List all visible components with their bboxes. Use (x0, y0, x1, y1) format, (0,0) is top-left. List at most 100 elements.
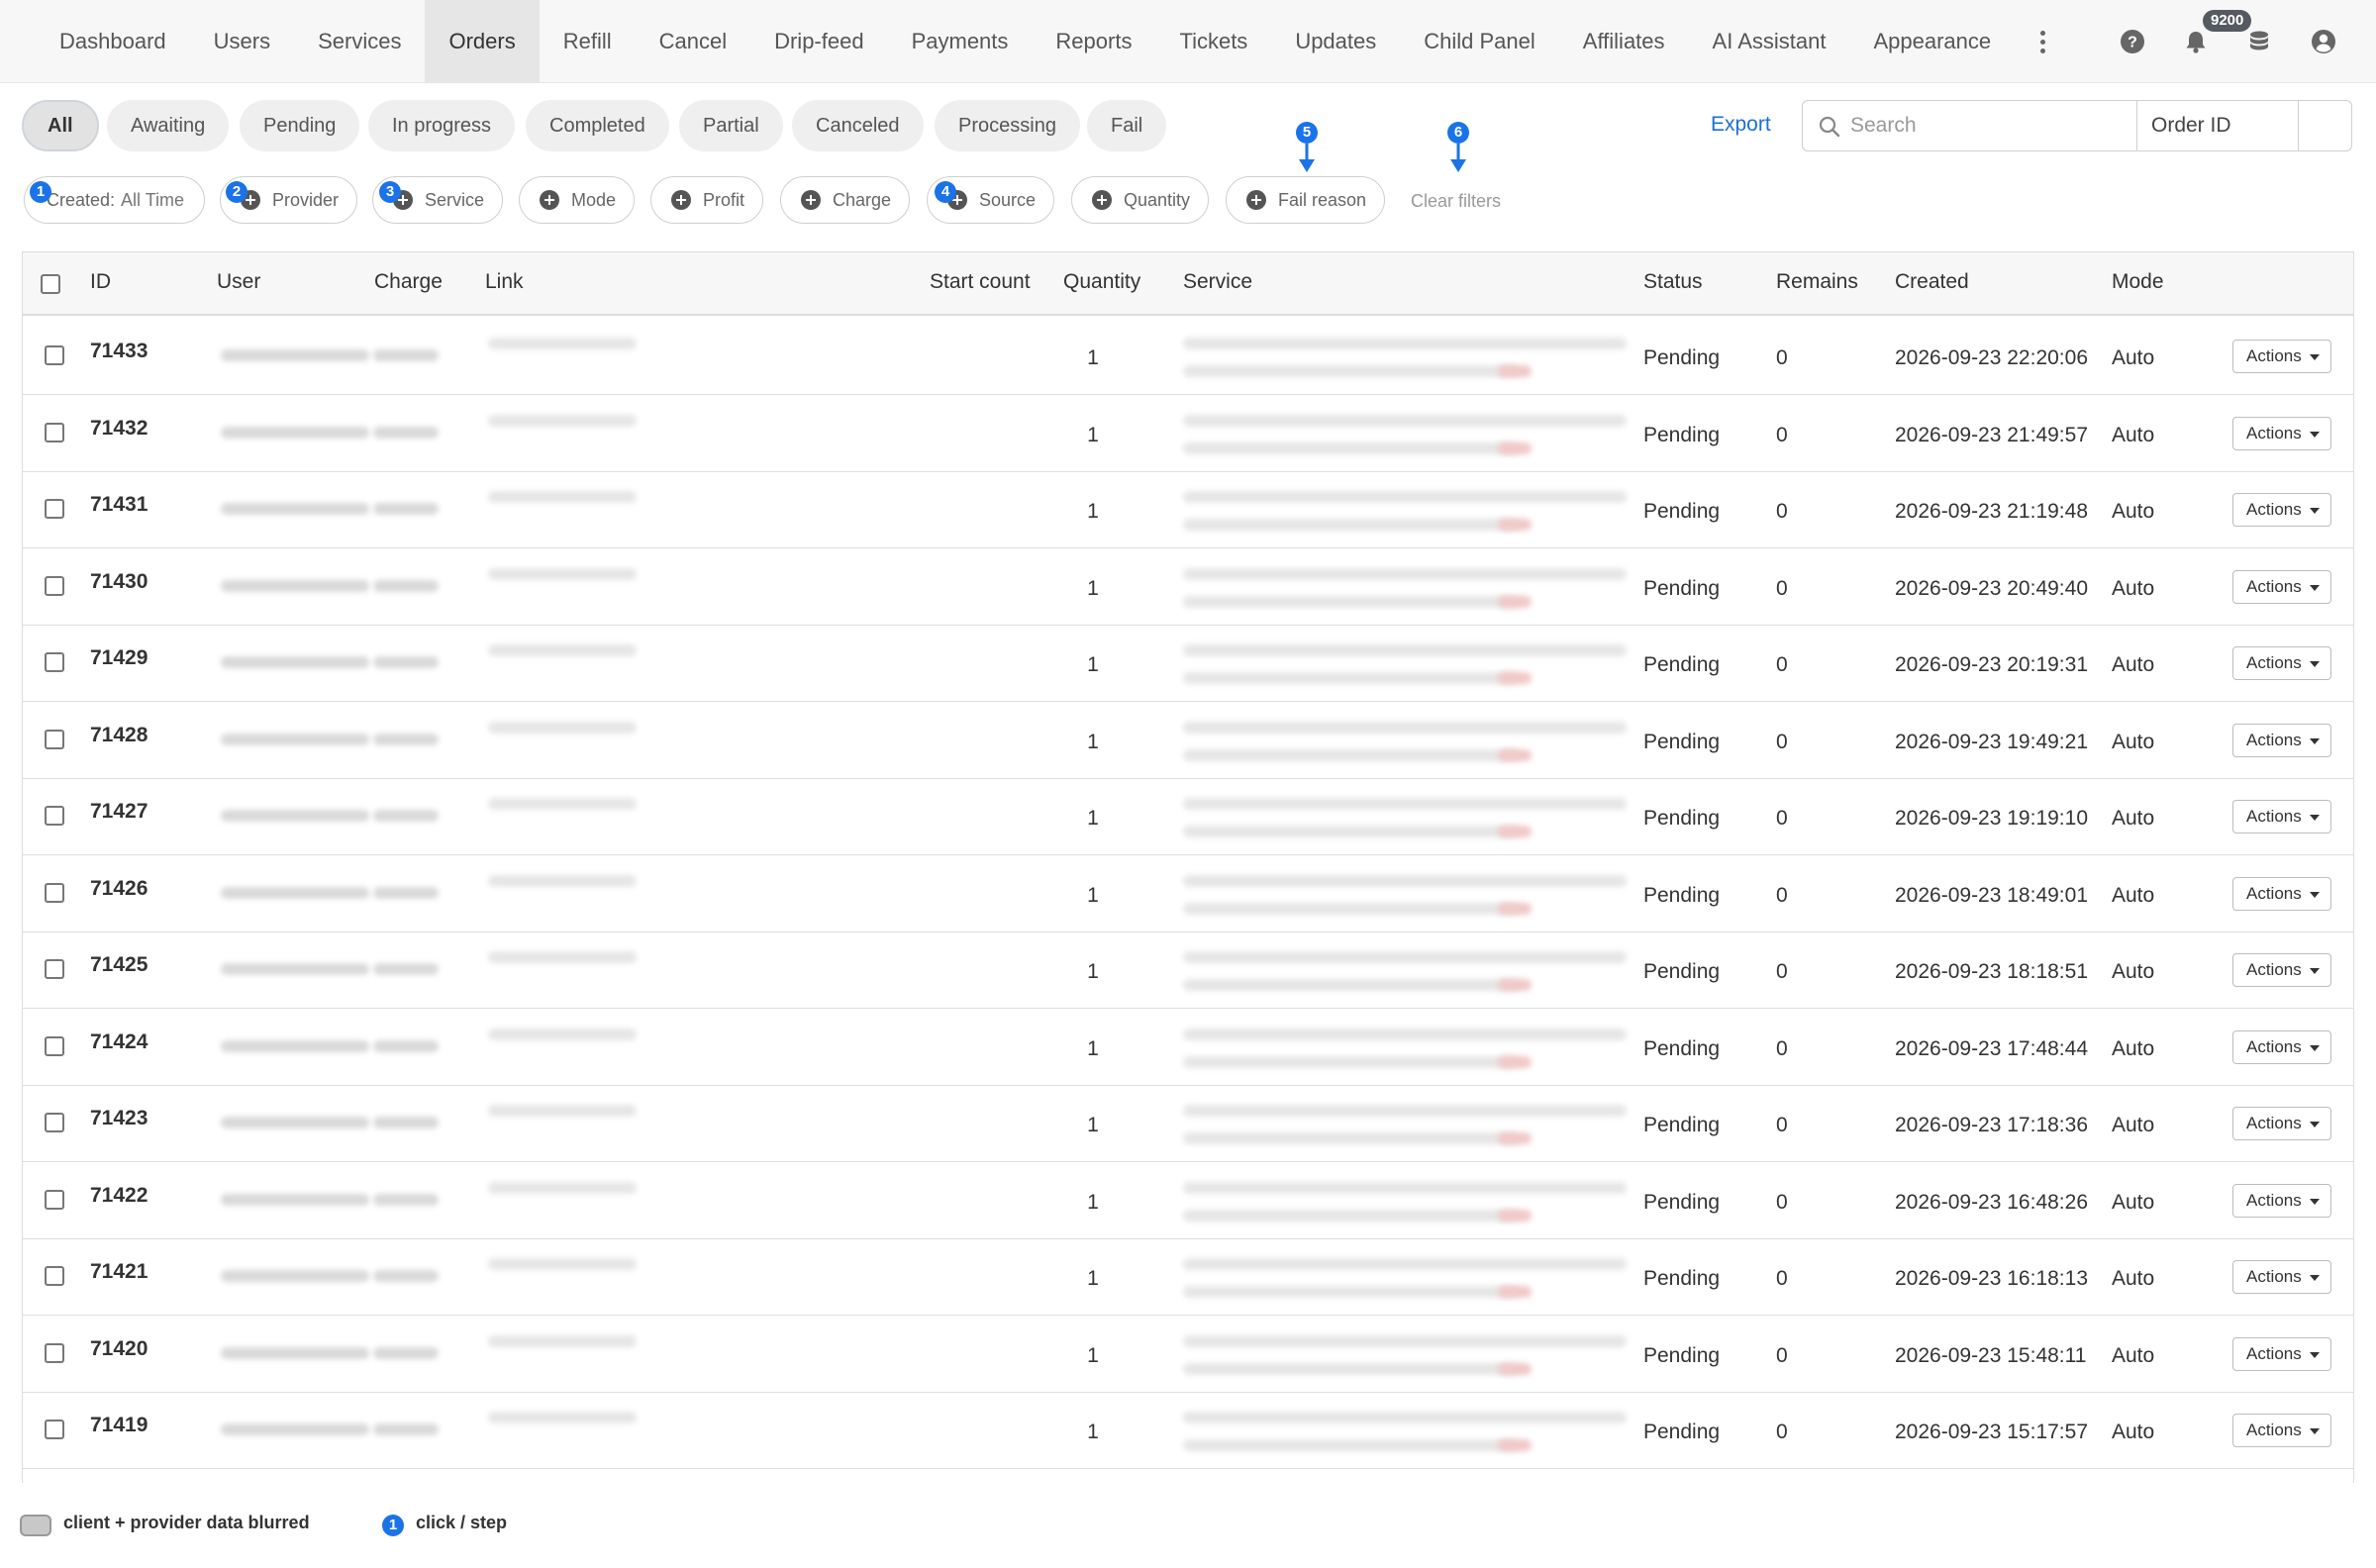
actions-dropdown-button[interactable]: Actions (2232, 569, 2331, 604)
tab-processing[interactable]: Processing (935, 100, 1080, 151)
actions-dropdown-button[interactable]: Actions (2232, 1107, 2331, 1140)
tab-in-progress[interactable]: In progress (368, 100, 516, 151)
actions-dropdown-button[interactable]: Actions (2232, 953, 2331, 987)
nav-item-users[interactable]: Users (190, 0, 294, 83)
export-link[interactable]: Export (1711, 113, 1771, 137)
nav-item-updates[interactable]: Updates (1271, 0, 1400, 83)
more-menu-icon[interactable] (2023, 0, 2062, 83)
row-checkbox[interactable] (45, 652, 64, 672)
filter-quantity[interactable]: Quantity (1071, 176, 1210, 224)
coins-icon[interactable] (2246, 29, 2272, 54)
bell-icon[interactable] (2183, 29, 2209, 54)
clear-filters-link[interactable]: Clear filters (1411, 191, 1501, 212)
row-checkbox[interactable] (45, 959, 64, 979)
help-icon[interactable]: ? (2120, 29, 2145, 54)
nav-item-orders[interactable]: Orders (425, 0, 540, 83)
order-id[interactable]: 71428 (90, 724, 148, 747)
nav-item-payments[interactable]: Payments (888, 0, 1033, 83)
nav-item-services[interactable]: Services (294, 0, 425, 83)
nav-item-appearance[interactable]: Appearance (1849, 0, 2015, 83)
row-checkbox[interactable] (45, 1113, 64, 1132)
order-id[interactable]: 71420 (90, 1337, 148, 1361)
row-checkbox[interactable] (45, 422, 64, 442)
nav-item-affiliates[interactable]: Affiliates (1559, 0, 1689, 83)
order-id[interactable]: 71425 (90, 953, 148, 977)
actions-dropdown-button[interactable]: Actions (2232, 876, 2331, 911)
filter-mode[interactable]: Mode (519, 176, 636, 224)
row-checkbox[interactable] (45, 1420, 64, 1439)
actions-dropdown-button[interactable]: Actions (2232, 723, 2331, 757)
order-id[interactable]: 71427 (90, 800, 148, 824)
nav-item-reports[interactable]: Reports (1032, 0, 1155, 83)
tab-canceled[interactable]: Canceled (792, 100, 924, 151)
actions-dropdown-button[interactable]: Actions (2232, 1414, 2331, 1447)
order-id[interactable]: 71431 (90, 493, 148, 517)
select-all-checkbox[interactable] (41, 274, 60, 294)
actions-dropdown-button[interactable]: Actions (2232, 493, 2331, 527)
order-id[interactable]: 71421 (90, 1260, 148, 1284)
actions-dropdown-button[interactable]: Actions (2232, 1183, 2331, 1218)
order-id[interactable]: 71423 (90, 1107, 148, 1130)
row-checkbox[interactable] (45, 499, 64, 519)
search-by-select[interactable]: Order ID (2136, 100, 2299, 151)
actions-dropdown-button[interactable]: Actions (2232, 1029, 2331, 1064)
row-checkbox[interactable] (45, 729, 64, 749)
order-id[interactable]: 71432 (90, 417, 148, 441)
account-icon[interactable] (2311, 29, 2336, 54)
column-header-link[interactable]: Link (485, 270, 524, 294)
row-checkbox[interactable] (45, 575, 64, 596)
column-header-remains[interactable]: Remains (1776, 270, 1858, 294)
quantity: 1 (1087, 653, 1099, 676)
row-checkbox[interactable] (45, 345, 64, 365)
column-header-start-count[interactable]: Start count (930, 270, 1031, 294)
column-header-charge[interactable]: Charge (374, 270, 443, 294)
row-checkbox[interactable] (45, 882, 64, 903)
order-id[interactable]: 71430 (90, 570, 148, 594)
actions-dropdown-button[interactable]: Actions (2232, 1336, 2331, 1371)
row-checkbox[interactable] (45, 1342, 64, 1363)
actions-dropdown-button[interactable]: Actions (2232, 1260, 2331, 1294)
tab-completed[interactable]: Completed (526, 100, 669, 151)
nav-item-cancel[interactable]: Cancel (636, 0, 750, 83)
nav-item-refill[interactable]: Refill (540, 0, 636, 83)
nav-item-ai-assistant[interactable]: AI Assistant (1689, 0, 1850, 83)
column-header-status[interactable]: Status (1643, 270, 1703, 294)
search-button[interactable] (2299, 100, 2352, 151)
filter-profit[interactable]: Profit (650, 176, 764, 224)
nav-item-child-panel[interactable]: Child Panel (1400, 0, 1559, 83)
tab-awaiting[interactable]: Awaiting (107, 100, 230, 151)
column-header-quantity[interactable]: Quantity (1063, 270, 1140, 294)
actions-dropdown-button[interactable]: Actions (2232, 340, 2331, 373)
nav-item-drip-feed[interactable]: Drip-feed (750, 0, 887, 83)
order-id[interactable]: 71433 (90, 340, 148, 363)
column-header-mode[interactable]: Mode (2112, 270, 2164, 294)
column-header-created[interactable]: Created (1895, 270, 1969, 294)
filter-created[interactable]: Created: All Time (24, 176, 206, 224)
search-input[interactable] (1848, 111, 2126, 141)
nav-item-dashboard[interactable]: Dashboard (36, 0, 190, 83)
nav-item-tickets[interactable]: Tickets (1155, 0, 1271, 83)
filter-charge[interactable]: Charge (780, 176, 911, 224)
order-id[interactable]: 71422 (90, 1184, 148, 1208)
row-checkbox[interactable] (45, 806, 64, 826)
row-checkbox[interactable] (45, 1189, 64, 1210)
order-id[interactable]: 71424 (90, 1030, 148, 1054)
actions-dropdown-button[interactable]: Actions (2232, 646, 2331, 680)
column-header-user[interactable]: User (217, 270, 260, 294)
row-checkbox[interactable] (45, 1035, 64, 1056)
user-blurred (221, 1423, 369, 1435)
order-id[interactable]: 71426 (90, 877, 148, 901)
column-header-id[interactable]: ID (90, 270, 111, 294)
tab-fail[interactable]: Fail (1087, 100, 1167, 151)
order-id[interactable]: 71429 (90, 646, 148, 670)
search-box (1802, 100, 2136, 151)
tab-partial[interactable]: Partial (679, 100, 783, 151)
order-id[interactable]: 71419 (90, 1414, 148, 1437)
actions-dropdown-button[interactable]: Actions (2232, 800, 2331, 833)
actions-dropdown-button[interactable]: Actions (2232, 416, 2331, 450)
column-header-service[interactable]: Service (1183, 270, 1252, 294)
row-checkbox[interactable] (45, 1266, 64, 1286)
tab-all[interactable]: All (22, 100, 99, 151)
tab-pending[interactable]: Pending (240, 100, 360, 151)
filter-fail-reason[interactable]: Fail reason (1226, 176, 1386, 224)
